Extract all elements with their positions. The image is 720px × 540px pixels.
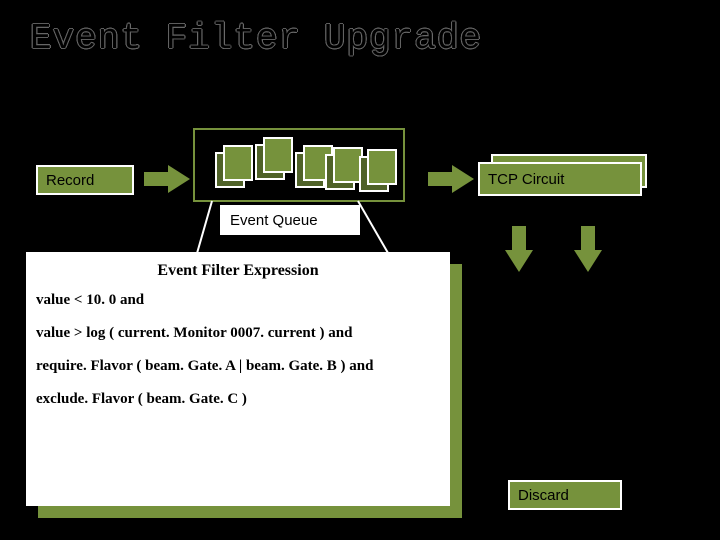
expression-panel: Event Filter Expression value < 10. 0 an… [26, 252, 450, 506]
expression-line: value > log ( current. Monitor 0007. cur… [36, 325, 440, 342]
expression-line: require. Flavor ( beam. Gate. A | beam. … [36, 358, 440, 375]
discard-node: Discard [508, 480, 622, 510]
expression-line: exclude. Flavor ( beam. Gate. C ) [36, 391, 440, 408]
page-title: Event Filter Upgrade [30, 18, 482, 59]
arrow-down-icon [574, 250, 602, 272]
tcp-circuit-node: TCP Circuit [478, 162, 642, 196]
event-queue-label: Event Queue [220, 205, 360, 235]
record-node: Record [36, 165, 134, 195]
arrow-right-icon [168, 165, 190, 193]
expression-line: value < 10. 0 and [36, 292, 440, 309]
event-queue-frame [193, 128, 405, 202]
arrow-right-icon [452, 165, 474, 193]
arrow-down-icon [505, 250, 533, 272]
expression-heading: Event Filter Expression [36, 262, 440, 280]
